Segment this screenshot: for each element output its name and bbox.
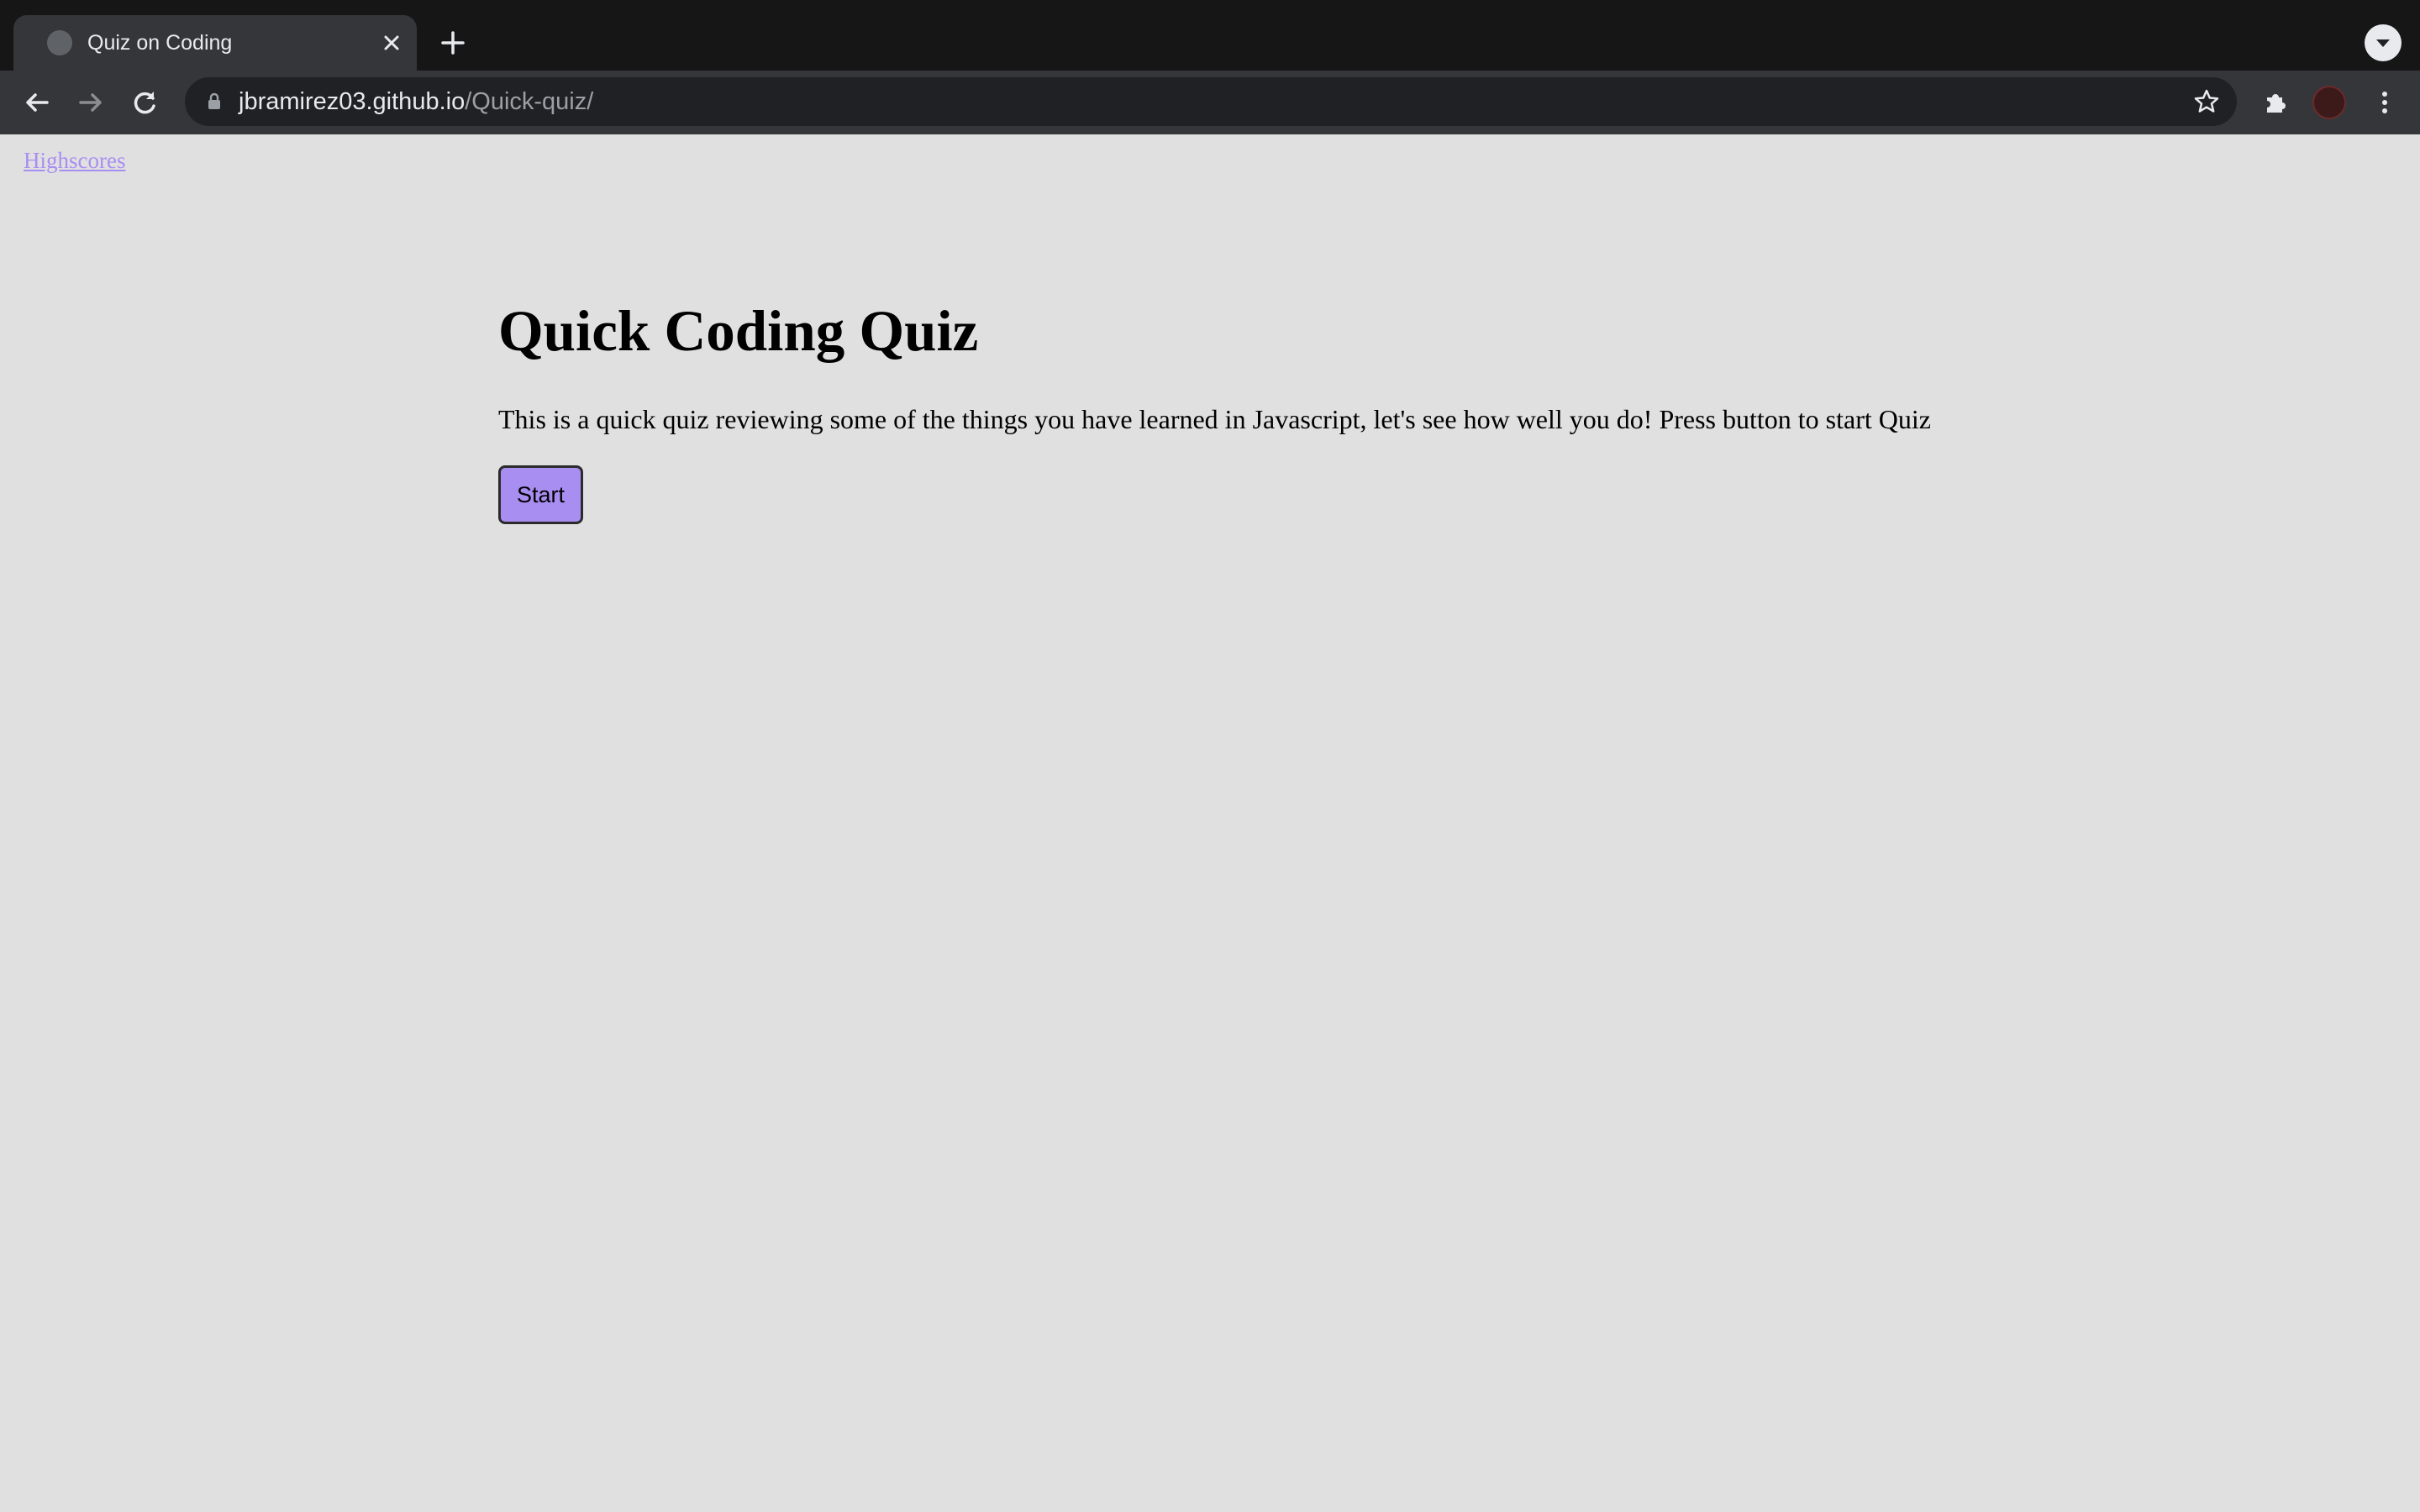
tab-strip: Quiz on Coding: [0, 0, 2420, 71]
kebab-menu-icon[interactable]: [2366, 84, 2403, 121]
lock-icon[interactable]: [202, 89, 227, 114]
page-content: Highscores Quick Coding Quiz This is a q…: [0, 134, 2420, 1512]
browser-tab-active[interactable]: Quiz on Coding: [13, 15, 417, 71]
url-host: jbramirez03.github.io: [239, 88, 466, 115]
address-bar[interactable]: jbramirez03.github.io/Quick-quiz/: [185, 77, 2237, 126]
star-icon[interactable]: [2191, 87, 2222, 117]
url-path: /Quick-quiz/: [465, 88, 594, 115]
browser-toolbar: jbramirez03.github.io/Quick-quiz/: [0, 71, 2420, 134]
globe-icon: [47, 30, 72, 55]
avatar[interactable]: [2312, 86, 2346, 119]
plus-icon[interactable]: [433, 24, 473, 61]
close-icon[interactable]: [376, 28, 407, 58]
start-button[interactable]: Start: [498, 465, 583, 524]
reload-icon[interactable]: [126, 84, 163, 121]
puzzle-icon[interactable]: [2257, 84, 2294, 121]
browser-chrome: Quiz on Coding jbramirez03.github.io/Qui…: [0, 0, 2420, 134]
url-text[interactable]: jbramirez03.github.io/Quick-quiz/: [239, 87, 593, 117]
quiz-description: This is a quick quiz reviewing some of t…: [498, 404, 1931, 434]
arrow-right-icon[interactable]: [72, 84, 109, 121]
page-title: Quick Coding Quiz: [498, 299, 979, 363]
chevron-down-icon: [2376, 39, 2390, 47]
arrow-left-icon[interactable]: [18, 84, 55, 121]
tab-search-button[interactable]: [2365, 24, 2402, 61]
highscores-link[interactable]: Highscores: [24, 148, 125, 174]
tab-title: Quiz on Coding: [87, 31, 233, 55]
